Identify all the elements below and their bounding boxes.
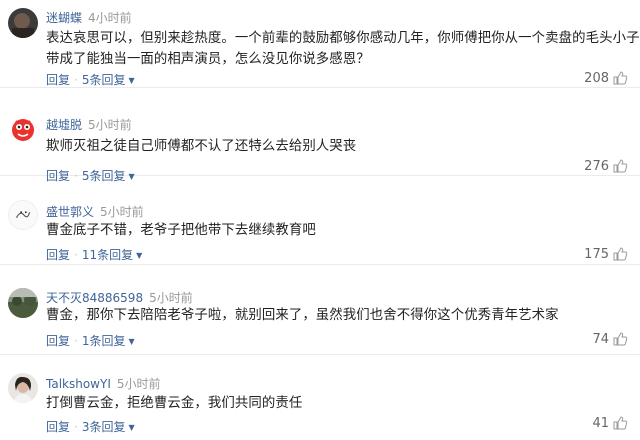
timestamp: 5小时前 — [100, 205, 144, 219]
comment-text-line: 曹金底子不错，老爷子把他带下去继续教育吧 — [46, 223, 316, 238]
comment-actions: 回复 · 5条回复 ▼ — [46, 71, 135, 88]
comment-text: 表达哀思可以，但别来趁热度。一个前辈的鼓励都够你感动几年，你师傅把你从一个卖盘的… — [46, 28, 640, 70]
comment-text-line: 表达哀思可以，但别来趁热度。一个前辈的鼓励都够你感动几年，你师傅把你从一个卖盘的… — [46, 31, 640, 46]
like-button[interactable]: 41 — [592, 415, 628, 431]
comment-item: 天不灭84886598 5小时前 曹金，那你下去陪陪老爷子啦，就别回来了，虽然我们… — [0, 265, 640, 355]
thumbs-up-icon — [612, 158, 628, 174]
comment-header: TalkshowYI 5小时前 — [46, 375, 161, 392]
timestamp: 5小时前 — [149, 291, 193, 305]
reply-button[interactable]: 回复 — [46, 248, 70, 262]
avatar[interactable] — [8, 200, 38, 230]
thumbs-up-icon — [612, 70, 628, 86]
username[interactable]: TalkshowYI — [46, 377, 111, 391]
timestamp: 5小时前 — [116, 377, 161, 391]
timestamp: 5小时前 — [88, 118, 132, 132]
like-button[interactable]: 175 — [584, 246, 628, 262]
like-count: 175 — [584, 246, 609, 262]
reply-button[interactable]: 回复 — [46, 73, 70, 87]
thumbs-up-icon — [612, 331, 628, 347]
like-count: 276 — [584, 158, 609, 174]
username[interactable]: 盛世郭义 — [46, 205, 94, 219]
chevron-down-icon: ▼ — [128, 76, 135, 85]
comment-header: 天不灭84886598 5小时前 — [46, 289, 193, 306]
replies-count: 3条回复 — [81, 420, 126, 434]
comment-item: 越墟脱 5小时前 欺师灭祖之徒自己师傅都不认了还特么去给别人哭丧 回复 · 5条回复 ▼… — [0, 88, 640, 183]
timestamp: 4小时前 — [88, 11, 132, 25]
like-button[interactable]: 74 — [592, 331, 628, 347]
thumbs-up-icon — [612, 415, 628, 431]
comment-header: 盛世郭义 5小时前 — [46, 203, 144, 220]
username[interactable]: 越墟脱 — [46, 118, 82, 132]
replies-count: 5条回复 — [81, 73, 126, 87]
divider: · — [74, 334, 78, 348]
reply-button[interactable]: 回复 — [46, 334, 70, 348]
replies-count: 1条回复 — [81, 334, 126, 348]
username[interactable]: 迷蝴蝶 — [46, 11, 82, 25]
like-count: 74 — [592, 331, 609, 347]
chevron-down-icon: ▼ — [128, 423, 135, 432]
replies-count: 11条回复 — [81, 248, 134, 262]
comment-header: 越墟脱 5小时前 — [46, 116, 132, 133]
username[interactable]: 天不灭84886598 — [46, 291, 143, 305]
like-button[interactable]: 208 — [584, 70, 628, 86]
view-replies-button[interactable]: 3条回复 ▼ — [82, 420, 135, 434]
comment-actions: 回复 · 11条回复 ▼ — [46, 246, 142, 263]
avatar[interactable] — [8, 373, 38, 403]
comment-text-line: 欺师灭祖之徒自己师傅都不认了还特么去给别人哭丧 — [46, 139, 357, 154]
comment-text: 曹金底子不错，老爷子把他带下去继续教育吧 — [46, 220, 316, 241]
chevron-down-icon: ▼ — [136, 251, 143, 260]
comment-item: TalkshowYI 5小时前 打倒曹云金，拒绝曹云金，我们共同的责任 回复 · 3条… — [0, 355, 640, 440]
like-count: 41 — [592, 415, 609, 431]
avatar[interactable] — [8, 114, 38, 144]
comment-item: 迷蝴蝶 4小时前 表达哀思可以，但别来趁热度。一个前辈的鼓励都够你感动几年，你师傅… — [0, 0, 640, 88]
chevron-down-icon: ▼ — [128, 337, 135, 346]
divider: · — [74, 420, 78, 434]
comment-text: 欺师灭祖之徒自己师傅都不认了还特么去给别人哭丧 — [46, 136, 356, 157]
comment-actions: 回复 · 3条回复 ▼ — [46, 418, 135, 435]
view-replies-button[interactable]: 1条回复 ▼ — [82, 334, 135, 348]
comment-actions: 回复 · 1条回复 ▼ — [46, 332, 135, 349]
comment-text-line: 曹金，那你下去陪陪老爷子啦，就别回来了，虽然我们也舍不得你这个优秀青年艺术家 — [46, 308, 559, 323]
comment-item: 盛世郭义 5小时前 曹金底子不错，老爷子把他带下去继续教育吧 回复 · 11条回复 ▼ … — [0, 176, 640, 265]
comment-text: 打倒曹云金，拒绝曹云金，我们共同的责任 — [46, 393, 302, 414]
like-button[interactable]: 276 — [584, 158, 628, 174]
view-replies-button[interactable]: 11条回复 ▼ — [82, 248, 142, 262]
comment-text-line: 带成了能独当一面的相声演员，怎么没见你说多感恩？ — [46, 52, 370, 67]
comment-text: 曹金，那你下去陪陪老爷子啦，就别回来了，虽然我们也舍不得你这个优秀青年艺术家 — [46, 305, 559, 326]
avatar[interactable] — [8, 8, 38, 38]
divider: · — [74, 73, 78, 87]
divider: · — [74, 248, 78, 262]
avatar[interactable] — [8, 288, 38, 318]
comment-header: 迷蝴蝶 4小时前 — [46, 9, 132, 26]
comment-text-line: 打倒曹云金，拒绝曹云金，我们共同的责任 — [46, 396, 303, 411]
like-count: 208 — [584, 70, 609, 86]
thumbs-up-icon — [612, 246, 628, 262]
reply-button[interactable]: 回复 — [46, 420, 70, 434]
view-replies-button[interactable]: 5条回复 ▼ — [82, 73, 135, 87]
